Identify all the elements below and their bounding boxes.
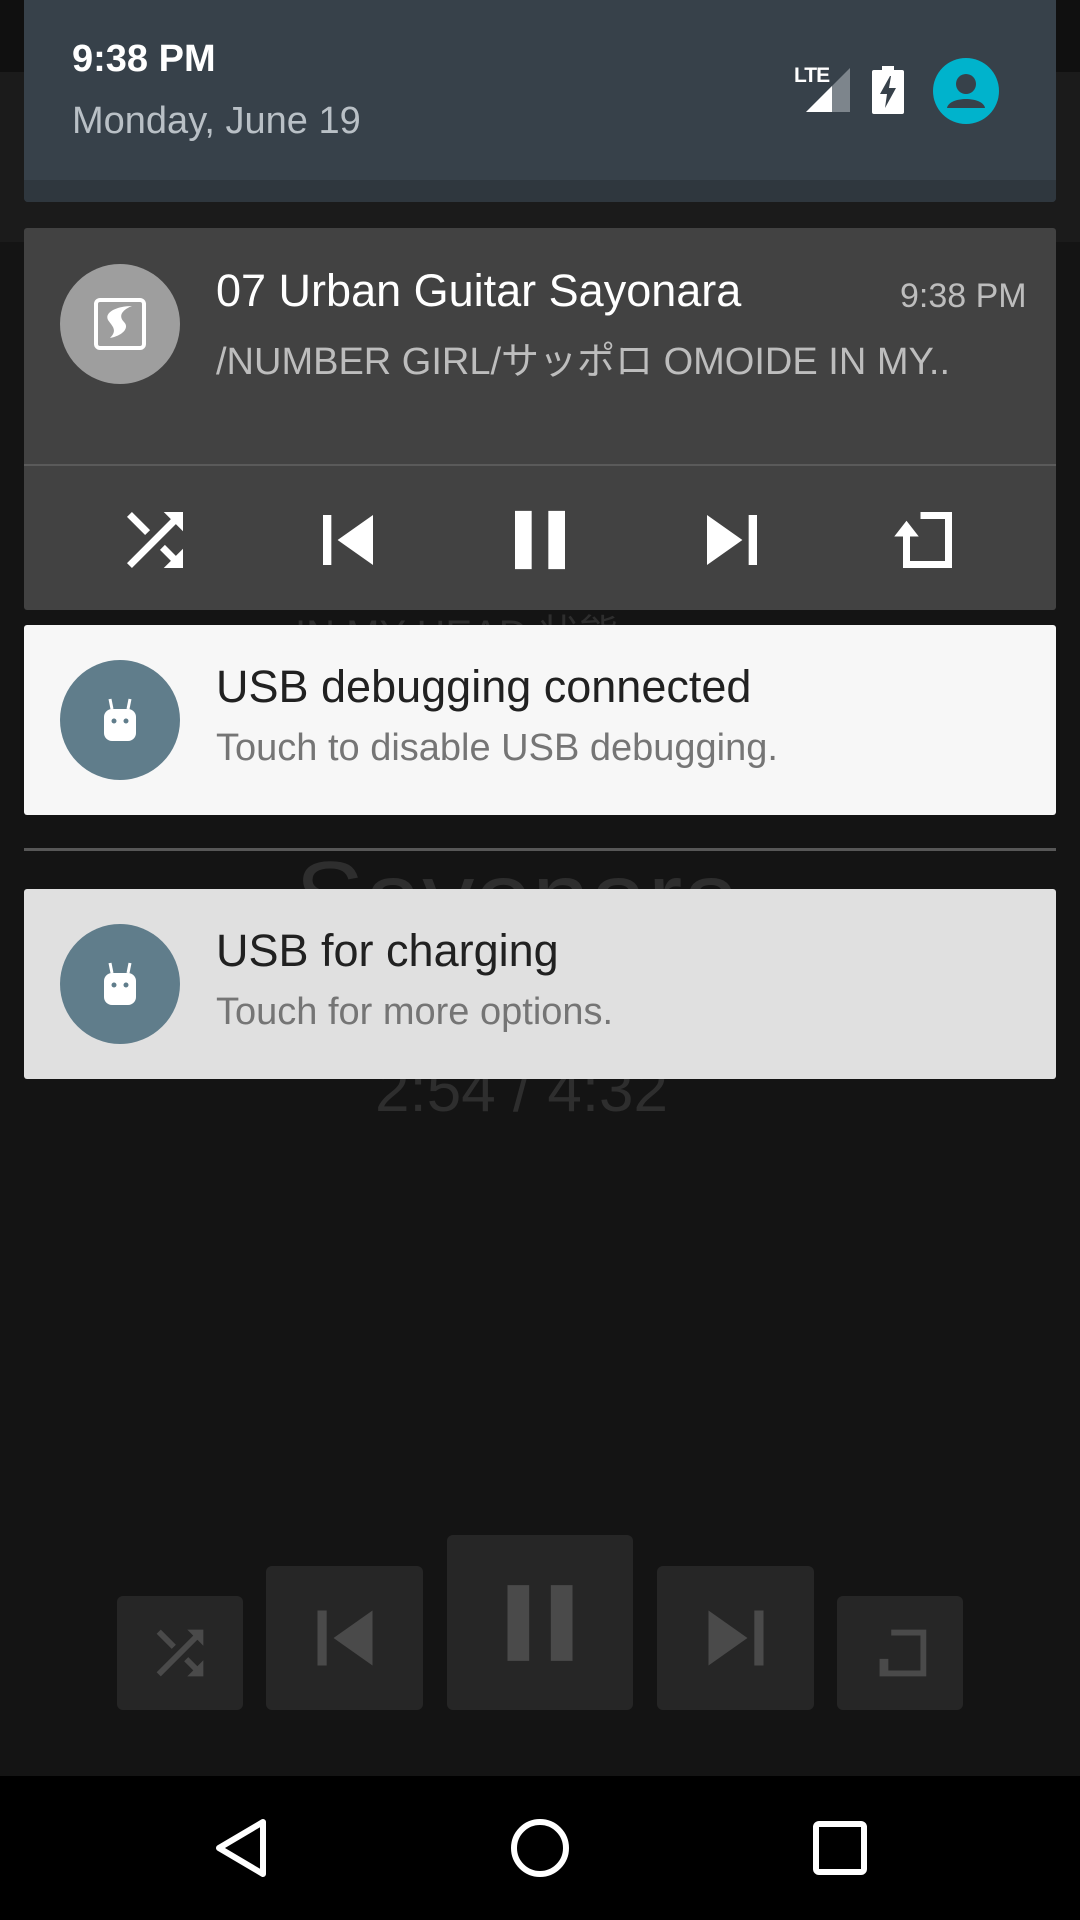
- recents-icon: [813, 1821, 867, 1875]
- repeat-icon: [894, 512, 952, 568]
- skip-next-icon: [707, 515, 757, 565]
- background-previous-button: [266, 1566, 423, 1710]
- usb-charging-icon-badge: [60, 924, 180, 1044]
- recents-button[interactable]: [795, 1808, 885, 1888]
- background-repeat-button: [837, 1596, 963, 1710]
- clock-time: 9:38 PM: [72, 38, 216, 80]
- signal-icon: [806, 68, 850, 112]
- shuffle-icon: [127, 512, 183, 568]
- notification-title: USB for charging: [216, 925, 559, 976]
- pause-icon: [507, 1584, 573, 1661]
- media-divider: [24, 464, 1056, 466]
- media-app-icon: [60, 264, 180, 384]
- usb-debugging-icon-badge: [60, 660, 180, 780]
- quick-settings-handle: [24, 180, 1056, 202]
- music-app-icon: [94, 298, 146, 350]
- media-track-title: 07 Urban Guitar Sayonara: [216, 265, 742, 316]
- repeat-button[interactable]: [874, 490, 974, 590]
- shuffle-icon: [156, 1629, 204, 1677]
- skip-previous-icon: [323, 515, 373, 565]
- notification-text: Touch for more options.: [216, 991, 614, 1033]
- next-button[interactable]: [682, 490, 782, 590]
- skip-next-icon: [708, 1610, 763, 1666]
- user-avatar-button[interactable]: [933, 58, 999, 124]
- background-next-button: [657, 1566, 814, 1710]
- pause-button[interactable]: [490, 490, 590, 590]
- skip-previous-icon: [317, 1610, 372, 1666]
- notification-text: Touch to disable USB debugging.: [216, 727, 778, 769]
- shuffle-button[interactable]: [105, 490, 205, 590]
- android-debug-icon: [104, 698, 136, 741]
- pause-icon: [515, 510, 565, 570]
- android-usb-icon: [104, 962, 136, 1005]
- back-button[interactable]: [196, 1808, 286, 1888]
- media-artist-album: /NUMBER GIRL/サッポロ OMOIDE IN MY..: [216, 341, 951, 383]
- battery-charging-icon: [872, 66, 904, 114]
- user-avatar-icon: [947, 74, 985, 108]
- previous-button[interactable]: [298, 490, 398, 590]
- background-shuffle-button: [117, 1596, 243, 1710]
- home-icon: [511, 1819, 569, 1877]
- notification-title: USB debugging connected: [216, 661, 752, 712]
- notification-divider: [24, 848, 1056, 851]
- repeat-icon: [873, 1629, 927, 1677]
- media-timestamp: 9:38 PM: [900, 277, 1027, 315]
- date-label[interactable]: Monday, June 19: [72, 100, 361, 143]
- back-icon: [216, 1819, 266, 1877]
- home-button[interactable]: [495, 1808, 585, 1888]
- background-pause-button: [447, 1535, 633, 1710]
